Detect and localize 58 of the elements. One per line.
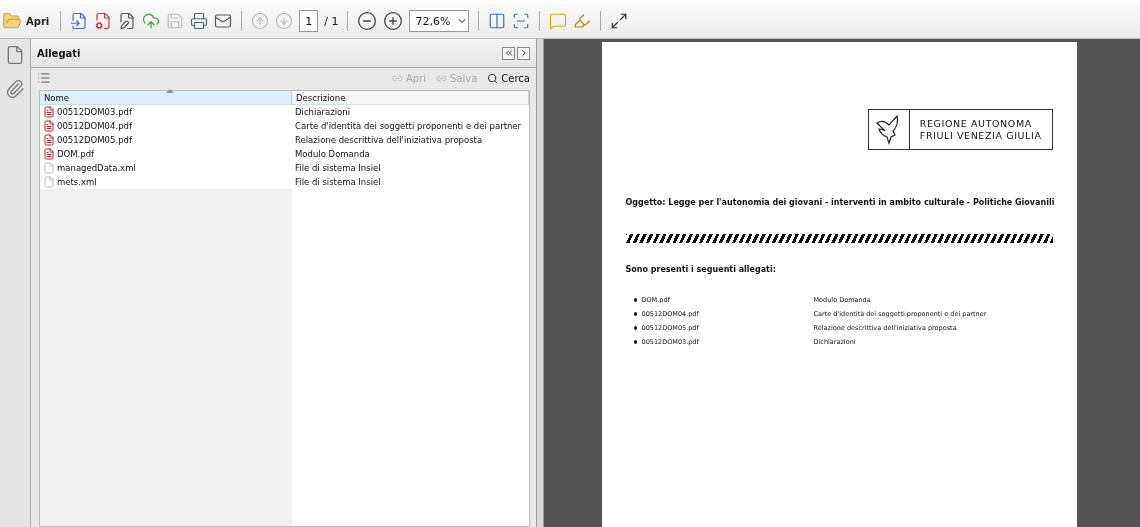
print-icon[interactable] bbox=[190, 12, 209, 30]
pdf-file-icon bbox=[43, 106, 55, 118]
description-cell-text: File di sistema Insiel bbox=[294, 176, 382, 189]
pdf-file-icon bbox=[43, 134, 55, 146]
fit-width-icon[interactable] bbox=[488, 12, 507, 30]
document-icon bbox=[43, 162, 55, 174]
mail-icon[interactable] bbox=[214, 12, 233, 30]
pdf-file-icon bbox=[43, 120, 55, 132]
bullet bbox=[633, 297, 637, 302]
file-name-cell[interactable]: DOM.pdf bbox=[40, 147, 292, 161]
file-name-cell[interactable]: 00512DOM05.pdf bbox=[40, 133, 292, 147]
open-button[interactable]: Apri bbox=[0, 9, 52, 33]
description-cell-text: Carte d'identità dei soggetti proponenti e dei partner bbox=[294, 120, 523, 133]
file-convert-icon[interactable] bbox=[70, 12, 89, 30]
expand-button[interactable] bbox=[517, 46, 530, 60]
list-options-icon[interactable] bbox=[37, 71, 51, 85]
edit-document-icon[interactable] bbox=[118, 12, 137, 30]
folder-icon bbox=[2, 11, 22, 31]
file-settings-icon[interactable] bbox=[94, 12, 113, 30]
document-icon bbox=[43, 176, 55, 188]
column-header[interactable]: Descrizione bbox=[292, 91, 529, 105]
description-cell-text: Dichiarazioni bbox=[294, 106, 351, 119]
file-name-cell[interactable]: 00512DOM04.pdf bbox=[40, 119, 292, 133]
search-icon bbox=[487, 72, 499, 84]
cloud-upload-icon[interactable] bbox=[142, 12, 161, 30]
bullet bbox=[633, 325, 637, 330]
highlighter-icon[interactable] bbox=[573, 12, 592, 30]
panel-splitter[interactable] bbox=[536, 39, 544, 527]
page-number-field[interactable]: 1 bbox=[299, 10, 319, 32]
subject-line: Oggetto: Legge per l'autonomia dei giovani - interventi in ambito culturale - Politiche Giovanili bbox=[625, 198, 1053, 207]
list-heading: Sono presenti i seguenti allegati: bbox=[625, 265, 777, 274]
description-cell-text: Relazione descrittiva dell'iniziativa proposta bbox=[294, 134, 484, 147]
panel-action-button[interactable]: Cerca bbox=[487, 72, 530, 84]
fullscreen-icon[interactable] bbox=[610, 12, 629, 30]
double-chevron-icon bbox=[503, 48, 514, 58]
logo-text: FRIULI VENEZIA GIULIA bbox=[919, 129, 1042, 142]
fit-page-icon[interactable] bbox=[512, 12, 531, 30]
arrow-down-icon[interactable] bbox=[275, 12, 294, 30]
zoom-out-icon[interactable] bbox=[357, 11, 378, 31]
comment-icon[interactable] bbox=[549, 12, 568, 30]
paperclip-icon[interactable] bbox=[5, 79, 25, 99]
file-name-cell[interactable]: mets.xml bbox=[40, 175, 292, 189]
file-name-cell[interactable]: 00512DOM03.pdf bbox=[40, 105, 292, 119]
collapse-button[interactable] bbox=[502, 46, 515, 60]
description-cell-text: File di sistema Insiel bbox=[294, 162, 382, 175]
bullet bbox=[633, 339, 637, 344]
zoom-in-icon[interactable] bbox=[383, 11, 404, 31]
arrow-up-icon[interactable] bbox=[251, 12, 270, 30]
bullet bbox=[633, 311, 637, 316]
panel-title: Allegati bbox=[37, 47, 81, 59]
pages-icon[interactable] bbox=[5, 45, 25, 65]
column-header[interactable]: Nome bbox=[40, 91, 292, 105]
zoom-field[interactable]: 72,6% bbox=[409, 10, 470, 32]
page-total: / 1 bbox=[324, 14, 339, 28]
logo-text: REGIONE AUTONOMA bbox=[919, 117, 1033, 130]
file-name-cell[interactable]: managedData.xml bbox=[40, 161, 292, 175]
description-cell-text: Modulo Domanda bbox=[294, 148, 371, 161]
pdf-file-icon bbox=[43, 148, 55, 160]
